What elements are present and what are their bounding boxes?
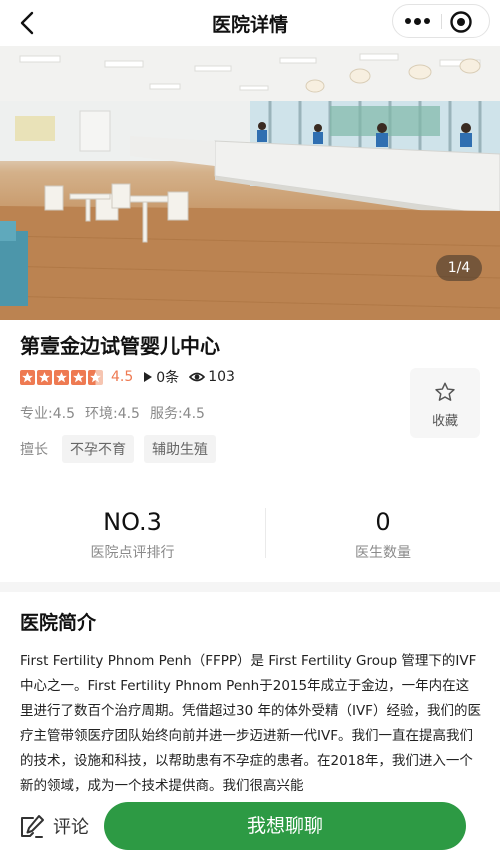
- rating-row: 4.5 0条 103: [20, 367, 235, 387]
- sub-score-service: 服务:4.5: [149, 406, 205, 422]
- favorite-label: 收藏: [431, 414, 458, 429]
- tags-label: 擅长: [20, 442, 48, 458]
- hospital-stats: NO.3 医院点评排行 0 医生数量: [0, 500, 500, 580]
- bottom-action-bar: 评论 我想聊聊: [0, 796, 500, 861]
- edit-comment-icon: [21, 815, 44, 838]
- image-counter: 1/4: [436, 255, 482, 281]
- more-dots-icon: [404, 18, 411, 24]
- review-count-text: 0条: [156, 370, 180, 386]
- view-count: 103: [189, 369, 235, 385]
- star-icon: [20, 369, 35, 385]
- play-icon: [144, 372, 153, 382]
- star-icon: [37, 369, 52, 385]
- stat-doctor-count-value: 0: [375, 508, 391, 536]
- navbar: 医院详情: [0, 0, 500, 46]
- stat-ranking-value: NO.3: [103, 508, 162, 536]
- favorite-button[interactable]: 收藏: [410, 368, 480, 438]
- rating-score: 4.5: [111, 369, 134, 385]
- review-count[interactable]: 0条: [143, 367, 179, 387]
- more-dots-icon: [413, 17, 421, 25]
- sub-score-professional: 专业:4.5: [20, 406, 75, 422]
- capsule-divider: [441, 14, 442, 29]
- comment-label: 评论: [53, 817, 89, 838]
- hospital-name: 第壹金边试管婴儿中心: [20, 334, 220, 358]
- hospital-lobby-photo: [0, 46, 500, 320]
- close-button[interactable]: [448, 9, 474, 35]
- tag-assisted-reproduction: 辅助生殖: [144, 435, 216, 463]
- hospital-photo-carousel[interactable]: 1/4: [0, 46, 500, 320]
- rating-stars: [20, 369, 103, 385]
- stat-ranking[interactable]: NO.3 医院点评排行: [0, 500, 265, 562]
- intro-title: 医院简介: [20, 612, 97, 634]
- star-icon: [71, 369, 86, 385]
- half-star-icon: [88, 369, 103, 385]
- intro-text: First Fertility Phnom Penh（FFPP）是 First …: [20, 653, 481, 794]
- more-button[interactable]: [393, 5, 441, 37]
- stat-doctor-count-label: 医生数量: [355, 545, 411, 561]
- stat-doctor-count[interactable]: 0 医生数量: [266, 500, 500, 562]
- record-close-icon: [450, 11, 472, 33]
- section-separator: [0, 582, 500, 592]
- star-icon: [54, 369, 69, 385]
- view-count-text: 103: [208, 369, 235, 385]
- eye-icon: [189, 372, 206, 382]
- comment-button[interactable]: 评论: [18, 808, 89, 844]
- stat-ranking-label: 医院点评排行: [90, 545, 175, 561]
- mini-program-capsule: [392, 4, 490, 38]
- more-dots-icon: [423, 18, 430, 24]
- sub-scores: 专业:4.5 环境:4.5 服务:4.5: [20, 403, 205, 423]
- star-outline-icon: [435, 382, 455, 401]
- chat-button[interactable]: 我想聊聊: [104, 802, 466, 850]
- tag-infertility: 不孕不育: [62, 435, 134, 463]
- sub-score-environment: 环境:4.5: [84, 406, 140, 422]
- specialty-tags: 擅长 不孕不育 辅助生殖: [20, 435, 216, 463]
